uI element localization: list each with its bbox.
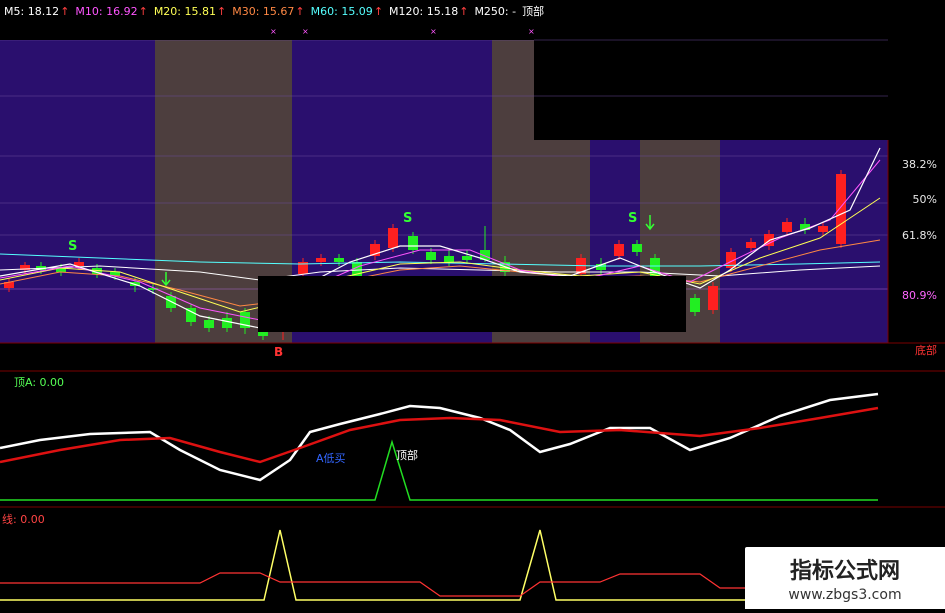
candle-body	[690, 298, 700, 312]
legend-item: 顶部	[522, 2, 544, 20]
fib-label-809: 80.9%	[902, 289, 937, 302]
candle-body	[632, 244, 642, 252]
legend-item-label: 顶部	[522, 5, 545, 18]
legend-bar-bg	[0, 20, 534, 40]
candle-body	[408, 236, 418, 250]
low-buy-signal: A低买	[316, 452, 346, 465]
stock-chart[interactable]: S S S B × × × × M5: 18.12 ↑ M10: 16.92 ↑ M20: 15.81…	[0, 0, 945, 609]
up-arrow-icon: ↑	[138, 4, 148, 18]
candle-body	[462, 256, 472, 260]
background-band	[0, 40, 155, 343]
legend-marker-icon: ×	[430, 27, 437, 36]
legend-item-label: M60: 15.09	[310, 4, 373, 18]
candle-body	[746, 242, 756, 248]
up-arrow-icon: ↑	[459, 4, 469, 18]
sell-signal: S	[403, 211, 412, 226]
sell-signal: S	[68, 239, 77, 254]
header-notch	[534, 0, 945, 140]
watermark-title: 指标公式网	[789, 559, 900, 584]
up-arrow-icon: ↑	[217, 4, 227, 18]
buy-signal: B	[274, 345, 283, 359]
chart-canvas[interactable]: S S S B × × × ×	[0, 0, 945, 609]
signal-line	[0, 406, 879, 464]
candle-body	[222, 318, 232, 328]
legend-item: M120: 15.18 ↑	[389, 2, 468, 20]
legend-item-label: M120: 15.18	[389, 4, 459, 18]
legend-item-label: M250: -	[474, 4, 517, 18]
legend-marker-icon: ×	[270, 27, 277, 36]
legend-marker-icon: ×	[302, 27, 309, 36]
redacted-block	[258, 276, 686, 332]
up-arrow-icon: ↑	[60, 4, 70, 18]
sell-signal: S	[628, 211, 637, 226]
top-indicator-line	[0, 439, 878, 501]
watermark: 指标公式网 www.zbgs3.com	[745, 547, 945, 609]
candle-body	[614, 244, 624, 256]
candle-body	[444, 256, 454, 262]
legend-item-label: M5: 18.12	[4, 4, 60, 18]
candle-body	[818, 226, 828, 232]
pane2-label: 顶A: 0.00	[14, 376, 65, 389]
moving-average-legend: M5: 18.12 ↑ M10: 16.92 ↑ M20: 15.81 ↑ M30: 15.…	[4, 2, 544, 20]
legend-item: M20: 15.81 ↑	[154, 2, 226, 20]
legend-item: M30: 15.67 ↑	[232, 2, 304, 20]
candle-body	[782, 222, 792, 232]
legend-item-label: M10: 16.92	[75, 4, 138, 18]
candle-body	[426, 252, 436, 260]
candle-body	[334, 258, 344, 262]
background-band	[720, 140, 888, 343]
watermark-url: www.zbgs3.com	[788, 587, 902, 603]
top-signal: 顶部	[396, 449, 418, 462]
candle-body	[708, 286, 718, 310]
candle-body	[764, 234, 774, 246]
legend-item: M5: 18.12 ↑	[4, 2, 69, 20]
legend-item: M60: 15.09 ↑	[311, 2, 383, 20]
legend-item-label: M20: 15.81	[153, 4, 216, 18]
legend-item: M250: -	[474, 2, 516, 20]
oscillator-line	[0, 392, 879, 482]
candle-body	[204, 320, 214, 328]
legend-item-label: M30: 15.67	[232, 4, 295, 18]
legend-item: M10: 16.92 ↑	[75, 2, 147, 20]
fib-label-382: 38.2%	[902, 158, 937, 171]
legend-marker-icon: ×	[528, 27, 535, 36]
bottom-label: 底部	[915, 344, 937, 357]
candle-body	[388, 228, 398, 248]
pane3-label: 线: 0.00	[2, 513, 45, 526]
up-arrow-icon: ↑	[295, 4, 305, 18]
up-arrow-icon: ↑	[373, 4, 384, 18]
candle-body	[316, 258, 326, 262]
candle-body	[836, 174, 846, 244]
fib-label-618: 61.8%	[902, 229, 937, 242]
fib-label-50: 50%	[912, 193, 937, 206]
